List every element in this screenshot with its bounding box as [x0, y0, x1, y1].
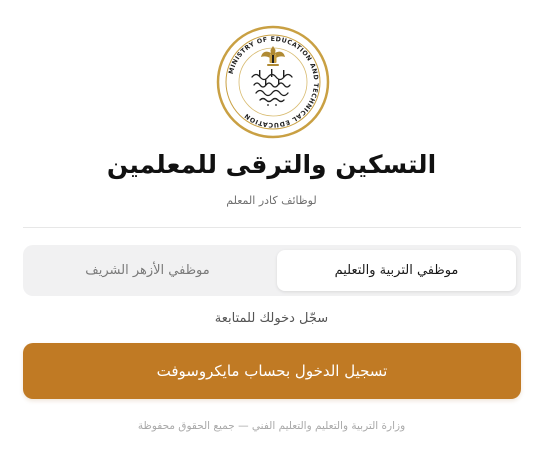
page-title: التسكين والترقى للمعلمين [106, 150, 437, 179]
tab-label: موظفي الأزهر الشريف [85, 263, 210, 278]
ministry-seal-icon: MINISTRY OF EDUCATION AND TECHNICAL EDUC… [216, 25, 330, 139]
login-page: MINISTRY OF EDUCATION AND TECHNICAL EDUC… [0, 0, 543, 463]
page-subtitle: لوظائف كادر المعلم [226, 194, 317, 207]
login-hint: سجّل دخولك للمتابعة [214, 311, 329, 326]
signin-button-label: تسجيل الدخول بحساب مايكروسوفت [156, 362, 388, 380]
tab-azhar-employees[interactable]: موظفي الأزهر الشريف [28, 250, 267, 291]
tab-education-employees[interactable]: موظفي التربية والتعليم [277, 250, 516, 291]
employee-type-tabs: موظفي التربية والتعليم موظفي الأزهر الشر… [23, 245, 521, 296]
footer-copyright: وزارة التربية والتعليم والتعليم الفني — … [137, 420, 406, 432]
tab-label: موظفي التربية والتعليم [334, 263, 459, 278]
microsoft-signin-button[interactable]: تسجيل الدخول بحساب مايكروسوفت [23, 343, 521, 399]
ministry-logo: MINISTRY OF EDUCATION AND TECHNICAL EDUC… [216, 25, 330, 139]
divider [23, 227, 521, 228]
